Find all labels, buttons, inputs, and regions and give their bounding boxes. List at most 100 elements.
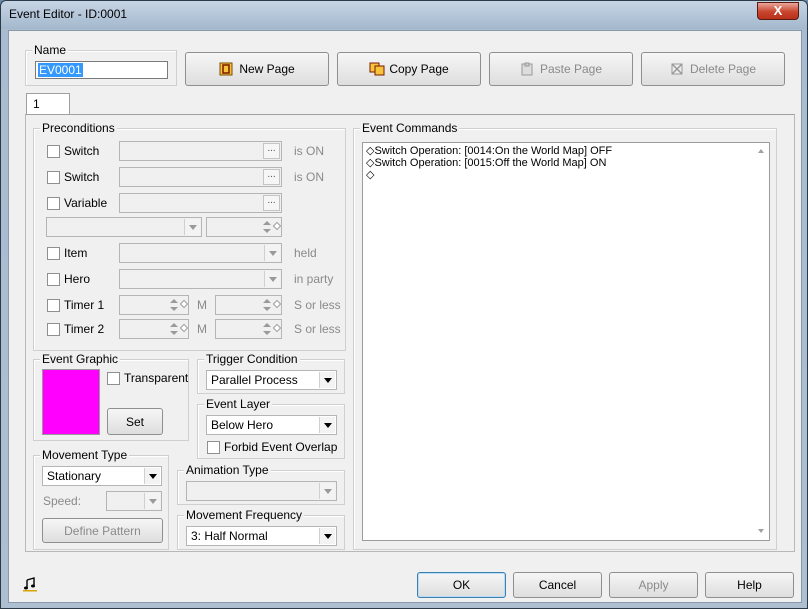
trigger-condition-dropdown-icon [319, 372, 335, 388]
variable-operator-select[interactable] [46, 217, 202, 237]
apply-label: Apply [638, 578, 669, 592]
variable-value-stepper[interactable] [206, 217, 282, 237]
movement-frequency-dropdown-icon [319, 528, 335, 544]
speed-dropdown-icon [144, 493, 160, 509]
name-input[interactable]: EV0001 [35, 61, 168, 79]
define-pattern-button[interactable]: Define Pattern [42, 518, 163, 543]
movement-type-dropdown-icon [144, 468, 160, 484]
transparent-label: Transparent [124, 371, 189, 385]
command-line[interactable]: ◇Switch Operation: [0015:Off the World M… [366, 157, 612, 169]
paste-page-label: Paste Page [539, 62, 603, 76]
timer1-seconds-diamond-icon [272, 299, 282, 309]
copy-page-icon [369, 62, 385, 76]
timer1-seconds-spin-icon [262, 297, 273, 313]
copy-page-button[interactable]: Copy Page [337, 52, 481, 86]
switch1-browse-button[interactable]: ... [263, 143, 280, 159]
item-checkbox[interactable] [47, 247, 60, 260]
hero-select[interactable] [119, 269, 282, 289]
new-page-button[interactable]: New Page [185, 52, 329, 86]
window-title: Event Editor - ID:0001 [9, 7, 128, 21]
trigger-condition-label: Trigger Condition [204, 352, 300, 366]
cancel-button[interactable]: Cancel [513, 572, 602, 598]
speed-select[interactable] [106, 491, 162, 511]
movement-frequency-value: 3: Half Normal [191, 529, 268, 543]
copy-page-label: Copy Page [389, 62, 449, 76]
timer2-minutes-diamond-icon [179, 323, 189, 333]
title-bar[interactable]: Event Editor - ID:0001 X [1, 1, 807, 29]
timer2-seconds-stepper[interactable] [215, 319, 282, 339]
switch2-checkbox[interactable] [47, 171, 60, 184]
movement-type-select[interactable]: Stationary [42, 466, 162, 486]
event-layer-select[interactable]: Below Hero [206, 415, 337, 435]
variable-browse-button[interactable]: ... [263, 195, 280, 211]
timer2-suffix: S or less [294, 322, 341, 336]
timer1-minutes-spin-icon [169, 297, 180, 313]
timer2-minutes-stepper[interactable] [119, 319, 189, 339]
animation-type-select[interactable] [186, 481, 337, 501]
timer1-suffix: S or less [294, 298, 341, 312]
command-line[interactable]: ◇Switch Operation: [0014:On the World Ma… [366, 145, 612, 157]
speed-label: Speed: [43, 494, 82, 508]
trigger-condition-group: Trigger Condition Parallel Process [197, 352, 345, 394]
define-pattern-label: Define Pattern [64, 523, 141, 538]
animation-type-dropdown-icon [319, 483, 335, 499]
dialog-client: Name EV0001 New Page Copy Page Paste Pag… [8, 30, 802, 603]
delete-page-label: Delete Page [689, 62, 757, 76]
name-group: Name EV0001 [25, 43, 177, 86]
set-graphic-button[interactable]: Set [107, 408, 163, 435]
hero-suffix: in party [294, 272, 334, 286]
timer2-checkbox[interactable] [47, 323, 60, 336]
command-line[interactable]: ◇ [366, 169, 612, 181]
timer1-minutes-diamond-icon [179, 299, 189, 309]
movement-frequency-label: Movement Frequency [184, 508, 305, 522]
help-label: Help [737, 578, 762, 592]
delete-page-button[interactable]: Delete Page [641, 52, 785, 86]
timer2-minutes-unit: M [197, 322, 207, 336]
variable-value-spin-icon [262, 219, 273, 235]
new-page-icon [219, 62, 233, 76]
event-layer-group: Event Layer Below Hero Forbid Event Over… [197, 397, 345, 459]
ok-label: OK [452, 578, 471, 592]
switch2-browse-button[interactable]: ... [263, 169, 280, 185]
timer1-checkbox[interactable] [47, 299, 60, 312]
close-button[interactable]: X [757, 2, 799, 20]
animation-type-group: Animation Type [177, 463, 345, 505]
timer1-seconds-stepper[interactable] [215, 295, 282, 315]
apply-button[interactable]: Apply [609, 572, 698, 598]
event-graphic-label: Event Graphic [40, 352, 121, 366]
event-commands-group: Event Commands ◇Switch Operation: [0014:… [353, 121, 777, 550]
variable-checkbox[interactable] [47, 197, 60, 210]
timer2-label: Timer 2 [64, 322, 105, 336]
scrollbar-arrows-icon [758, 149, 764, 533]
music-note-icon[interactable] [22, 576, 38, 595]
transparent-checkbox[interactable] [107, 372, 120, 385]
event-graphic-swatch[interactable] [42, 369, 100, 435]
movement-type-group: Movement Type Stationary Speed: Define P… [33, 448, 169, 550]
new-page-label: New Page [239, 62, 295, 76]
paste-page-button[interactable]: Paste Page [489, 52, 633, 86]
hero-checkbox[interactable] [47, 273, 60, 286]
switch1-checkbox[interactable] [47, 145, 60, 158]
switch1-label: Switch [64, 144, 100, 158]
timer1-label: Timer 1 [64, 298, 105, 312]
trigger-condition-value: Parallel Process [211, 373, 298, 387]
ok-button[interactable]: OK [417, 572, 506, 598]
trigger-condition-select[interactable]: Parallel Process [206, 370, 337, 390]
item-select[interactable] [119, 243, 282, 263]
animation-type-label: Animation Type [184, 463, 271, 477]
forbid-overlap-checkbox[interactable] [207, 441, 220, 454]
item-label: Item [64, 246, 88, 260]
tab-page-1[interactable]: 1 [26, 93, 70, 115]
commands-scrollbar[interactable] [753, 143, 769, 540]
event-layer-dropdown-icon [319, 417, 335, 433]
command-lines: ◇Switch Operation: [0014:On the World Ma… [366, 145, 612, 181]
item-suffix: held [294, 246, 317, 260]
help-button[interactable]: Help [705, 572, 794, 598]
delete-page-icon [670, 62, 684, 76]
preconditions-label: Preconditions [40, 121, 117, 135]
timer1-minutes-stepper[interactable] [119, 295, 189, 315]
movement-frequency-select[interactable]: 3: Half Normal [186, 526, 337, 546]
preconditions-group: Preconditions Switch ... is ON Switch ..… [33, 121, 346, 351]
event-commands-list[interactable]: ◇Switch Operation: [0014:On the World Ma… [362, 142, 770, 541]
item-dropdown-icon [264, 245, 280, 261]
